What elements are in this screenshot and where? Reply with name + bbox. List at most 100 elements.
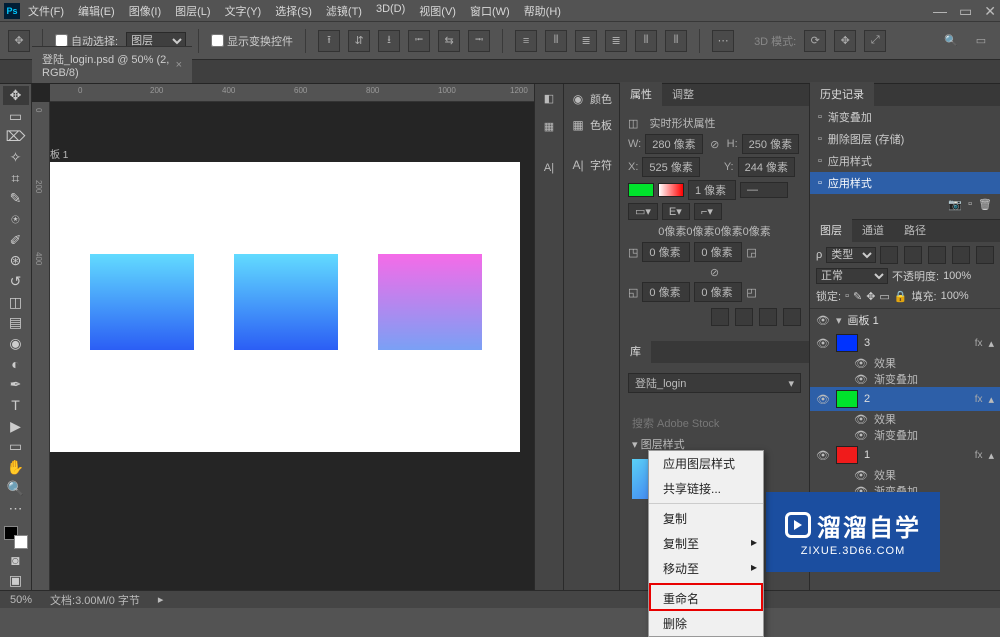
link-wh-icon[interactable]: ⊘	[707, 137, 723, 151]
hand-tool[interactable]: ✋	[3, 458, 29, 477]
path-op-icon[interactable]	[783, 308, 801, 326]
distribute-top-icon[interactable]: ≣	[575, 30, 597, 52]
menu-select[interactable]: 选择(S)	[275, 3, 312, 19]
layer-row[interactable]: 👁 2 fx▴	[810, 387, 1000, 411]
3d-scale-icon[interactable]: ⤢	[864, 30, 886, 52]
path-select-tool[interactable]: ▶	[3, 417, 29, 436]
history-item[interactable]: ▫删除图层 (存储)	[810, 128, 1000, 150]
history-delete-icon[interactable]: 🗑	[978, 198, 992, 211]
pen-tool[interactable]: ✒	[3, 375, 29, 394]
stroke-cap-select[interactable]: E▾	[662, 203, 690, 220]
fill-color-chip[interactable]	[628, 183, 654, 197]
panel-swatches[interactable]: ▦色板	[564, 112, 619, 138]
collapsed-panel-icon[interactable]: ◧	[539, 88, 559, 108]
layer-row[interactable]: 👁 1 fx▴	[810, 443, 1000, 467]
type-tool[interactable]: T	[3, 396, 29, 415]
zoom-level[interactable]: 50%	[10, 594, 32, 606]
ctx-copy[interactable]: 复制	[649, 503, 763, 531]
corner-br-input[interactable]: 0 像素	[694, 282, 742, 302]
lock-artboard-icon[interactable]: ▭	[879, 290, 889, 303]
layer-thumb[interactable]	[836, 334, 858, 352]
history-item[interactable]: ▫应用样式	[810, 172, 1000, 194]
width-input[interactable]: 280 像素	[645, 134, 702, 154]
menu-help[interactable]: 帮助(H)	[524, 3, 561, 19]
tab-history[interactable]: 历史记录	[810, 82, 874, 106]
lib-list-view-icon[interactable]	[785, 397, 801, 413]
corner-tr-input[interactable]: 0 像素	[694, 242, 742, 262]
lock-all-icon[interactable]: 🔒	[894, 290, 908, 303]
stroke-align-select[interactable]: ▭▾	[628, 203, 658, 220]
shape-2[interactable]	[234, 254, 338, 350]
filter-shape-icon[interactable]	[952, 246, 970, 264]
visibility-icon[interactable]: 👁	[854, 413, 868, 426]
ctx-share-link[interactable]: 共享链接...	[649, 476, 763, 501]
distribute-bottom-icon[interactable]: ≣	[605, 30, 627, 52]
layer-name[interactable]: 3	[864, 337, 969, 349]
fx-row[interactable]: 👁效果	[810, 355, 1000, 371]
fx-badge[interactable]: fx	[975, 394, 983, 405]
zoom-tool[interactable]: 🔍	[3, 479, 29, 498]
rectangle-tool[interactable]: ▭	[3, 437, 29, 456]
panel-character[interactable]: A|字符	[564, 152, 619, 178]
shape-3[interactable]	[378, 254, 482, 350]
menu-type[interactable]: 文字(Y)	[225, 3, 262, 19]
artboard-row[interactable]: 👁 ▾ 画板 1	[810, 309, 1000, 331]
eraser-tool[interactable]: ◫	[3, 293, 29, 312]
layer-name[interactable]: 2	[864, 393, 969, 405]
fx-row[interactable]: 👁效果	[810, 411, 1000, 427]
fx-expand-icon[interactable]: ▴	[988, 337, 994, 350]
tab-layers[interactable]: 图层	[810, 218, 852, 242]
corner-bl-input[interactable]: 0 像素	[642, 282, 690, 302]
tab-adjustments[interactable]: 调整	[662, 82, 704, 106]
visibility-icon[interactable]: 👁	[816, 337, 830, 350]
filter-pixel-icon[interactable]	[880, 246, 898, 264]
align-right-icon[interactable]: ⭲	[468, 30, 490, 52]
ctx-copy-to[interactable]: 复制至▸	[649, 531, 763, 556]
link-corners-icon[interactable]: ⊘	[707, 265, 723, 279]
visibility-icon[interactable]: 👁	[854, 469, 868, 482]
workspace-icon[interactable]: ▭	[970, 30, 992, 52]
corner-tl-input[interactable]: 0 像素	[642, 242, 690, 262]
layer-thumb[interactable]	[836, 390, 858, 408]
visibility-icon[interactable]: 👁	[854, 357, 868, 370]
marquee-tool[interactable]: ▭	[3, 107, 29, 126]
path-op-icon[interactable]	[735, 308, 753, 326]
expand-icon[interactable]: ▾	[836, 314, 842, 327]
history-brush-tool[interactable]: ↺	[3, 272, 29, 291]
window-minimize-button[interactable]: —	[933, 3, 947, 19]
layer-row[interactable]: 👁 3 fx▴	[810, 331, 1000, 355]
fx-item-row[interactable]: 👁渐变叠加	[810, 427, 1000, 443]
clone-tool[interactable]: ⊛	[3, 251, 29, 270]
menu-3d[interactable]: 3D(D)	[376, 3, 405, 19]
move-tool-icon[interactable]: ✥	[8, 30, 30, 52]
history-snapshot-icon[interactable]: 📷	[948, 198, 962, 211]
ruler-vertical[interactable]: 0 200 400	[32, 102, 50, 590]
window-close-button[interactable]: ✕	[984, 3, 996, 20]
visibility-icon[interactable]: 👁	[816, 393, 830, 406]
distribute-left-icon[interactable]: ⦀	[635, 30, 657, 52]
visibility-icon[interactable]: 👁	[854, 429, 868, 442]
stroke-corner-select[interactable]: ⌐▾	[694, 203, 722, 220]
magic-wand-tool[interactable]: ✧	[3, 148, 29, 167]
visibility-icon[interactable]: 👁	[816, 314, 830, 327]
more-options-icon[interactable]: ⋯	[712, 30, 734, 52]
fx-expand-icon[interactable]: ▴	[988, 449, 994, 462]
align-top-icon[interactable]: ⭱	[318, 30, 340, 52]
filter-type-icon[interactable]	[928, 246, 946, 264]
layer-thumb[interactable]	[836, 446, 858, 464]
menu-image[interactable]: 图像(I)	[129, 3, 161, 19]
3d-orbit-icon[interactable]: ⟳	[804, 30, 826, 52]
filter-smart-icon[interactable]	[976, 246, 994, 264]
align-left-icon[interactable]: ⭰	[408, 30, 430, 52]
history-new-icon[interactable]: ▫	[968, 198, 972, 211]
layer-name[interactable]: 画板 1	[848, 312, 994, 328]
blur-tool[interactable]: ◉	[3, 334, 29, 353]
ctx-apply-style[interactable]: 应用图层样式	[649, 451, 763, 476]
healing-tool[interactable]: ⍟	[3, 210, 29, 229]
3d-pan-icon[interactable]: ✥	[834, 30, 856, 52]
stroke-width-input[interactable]: 1 像素	[688, 180, 736, 200]
crop-tool[interactable]: ⌗	[3, 169, 29, 188]
collapsed-panel-icon[interactable]: A|	[539, 158, 559, 178]
dodge-tool[interactable]: ◐	[3, 355, 29, 374]
lib-grid-view-icon[interactable]	[765, 397, 781, 413]
